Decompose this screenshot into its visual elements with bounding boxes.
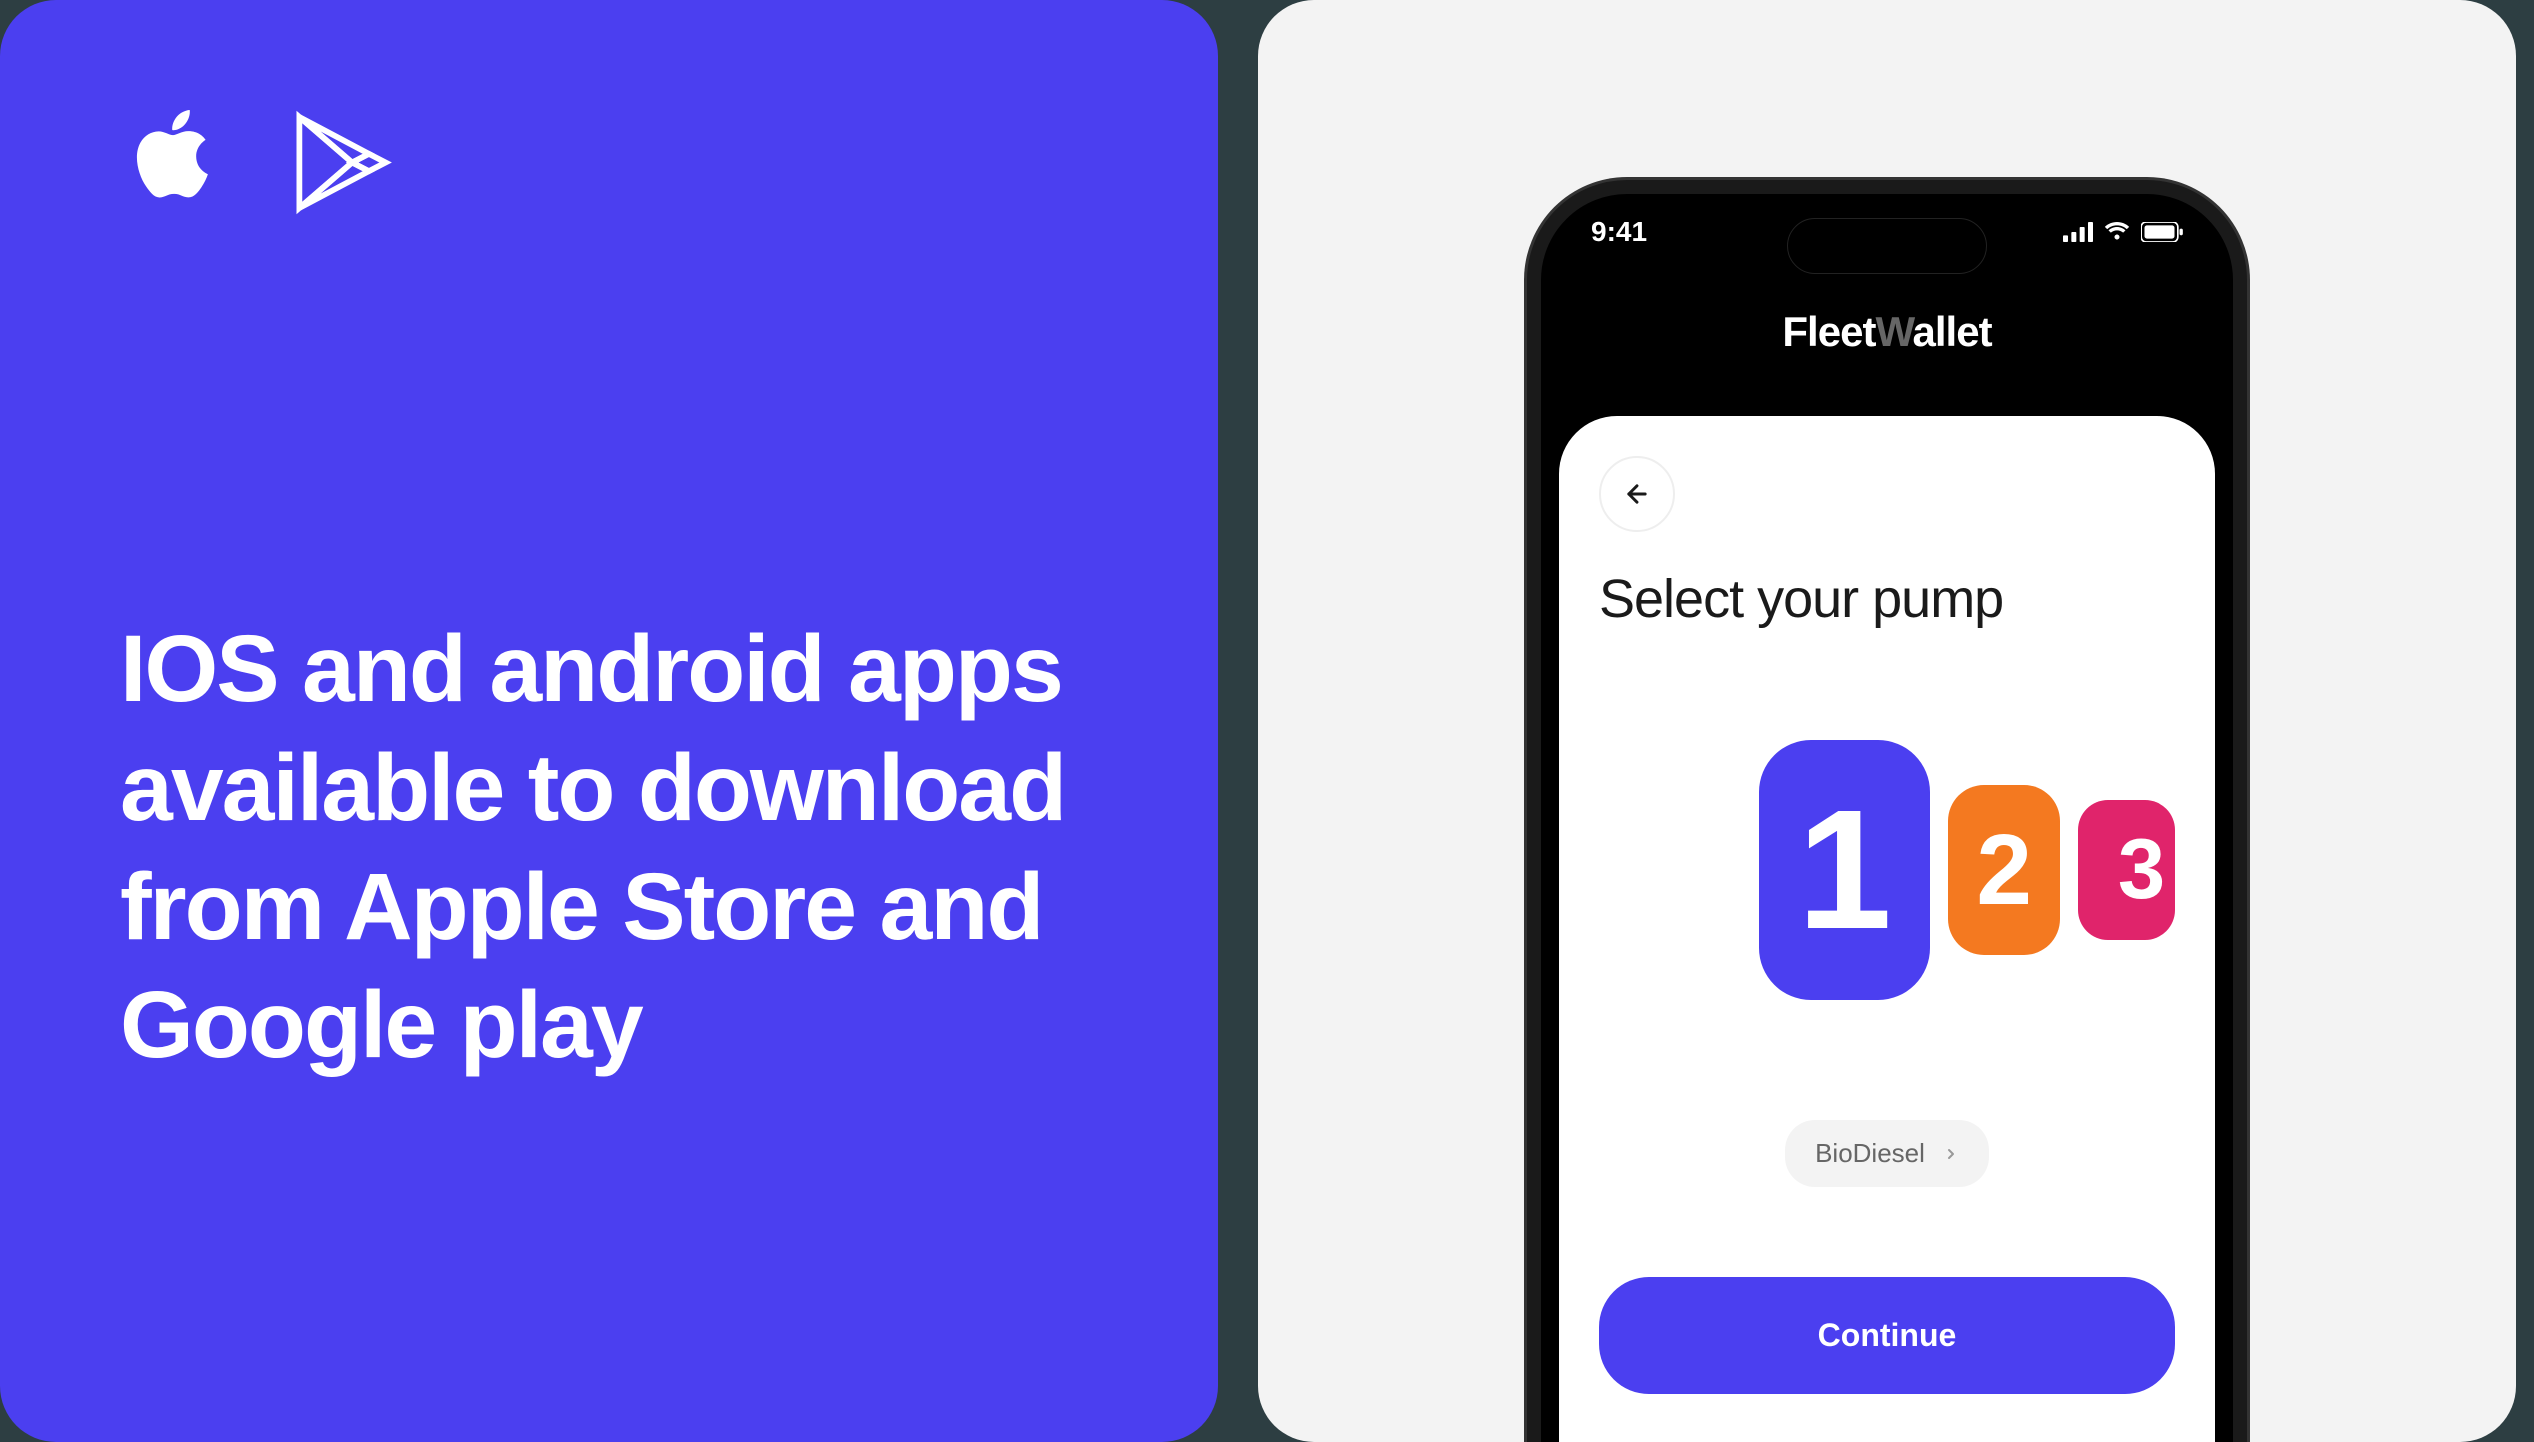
google-play-icon xyxy=(285,100,400,230)
app-brand: FleetWallet xyxy=(1541,308,2233,356)
pump-option-3[interactable]: 3 xyxy=(2078,800,2175,940)
continue-button[interactable]: Continue xyxy=(1599,1277,2175,1394)
pump-selector: 1 2 3 xyxy=(1759,740,2175,1000)
fuel-type-chip[interactable]: BioDiesel xyxy=(1785,1120,1989,1187)
dynamic-island xyxy=(1787,218,1987,274)
app-content: Select your pump 1 2 3 BioDiesel Continu… xyxy=(1559,416,2215,1442)
wifi-icon xyxy=(2103,222,2131,242)
signal-icon xyxy=(2063,222,2093,242)
app-header: FleetWallet xyxy=(1541,258,2233,416)
promo-panel: IOS and android apps available to downlo… xyxy=(0,0,1218,1442)
pump-option-2[interactable]: 2 xyxy=(1948,785,2060,955)
back-button[interactable] xyxy=(1599,456,1675,532)
brand-suffix: allet xyxy=(1913,308,1992,355)
battery-icon xyxy=(2141,222,2183,242)
apple-icon xyxy=(120,100,225,230)
fuel-type-label: BioDiesel xyxy=(1815,1138,1925,1169)
brand-w: W xyxy=(1875,308,1912,355)
chevron-right-icon xyxy=(1943,1146,1959,1162)
status-time: 9:41 xyxy=(1591,216,1647,248)
phone-preview-panel: 9:41 FleetWall xyxy=(1258,0,2516,1442)
pump-option-1[interactable]: 1 xyxy=(1759,740,1930,1000)
arrow-left-icon xyxy=(1623,480,1651,508)
store-icons-row xyxy=(120,100,1098,230)
phone-frame: 9:41 FleetWall xyxy=(1527,180,2247,1442)
promo-text: IOS and android apps available to downlo… xyxy=(120,610,1098,1085)
screen-title: Select your pump xyxy=(1599,568,2175,630)
brand-prefix: Fleet xyxy=(1782,308,1875,355)
status-icons xyxy=(2063,222,2183,242)
